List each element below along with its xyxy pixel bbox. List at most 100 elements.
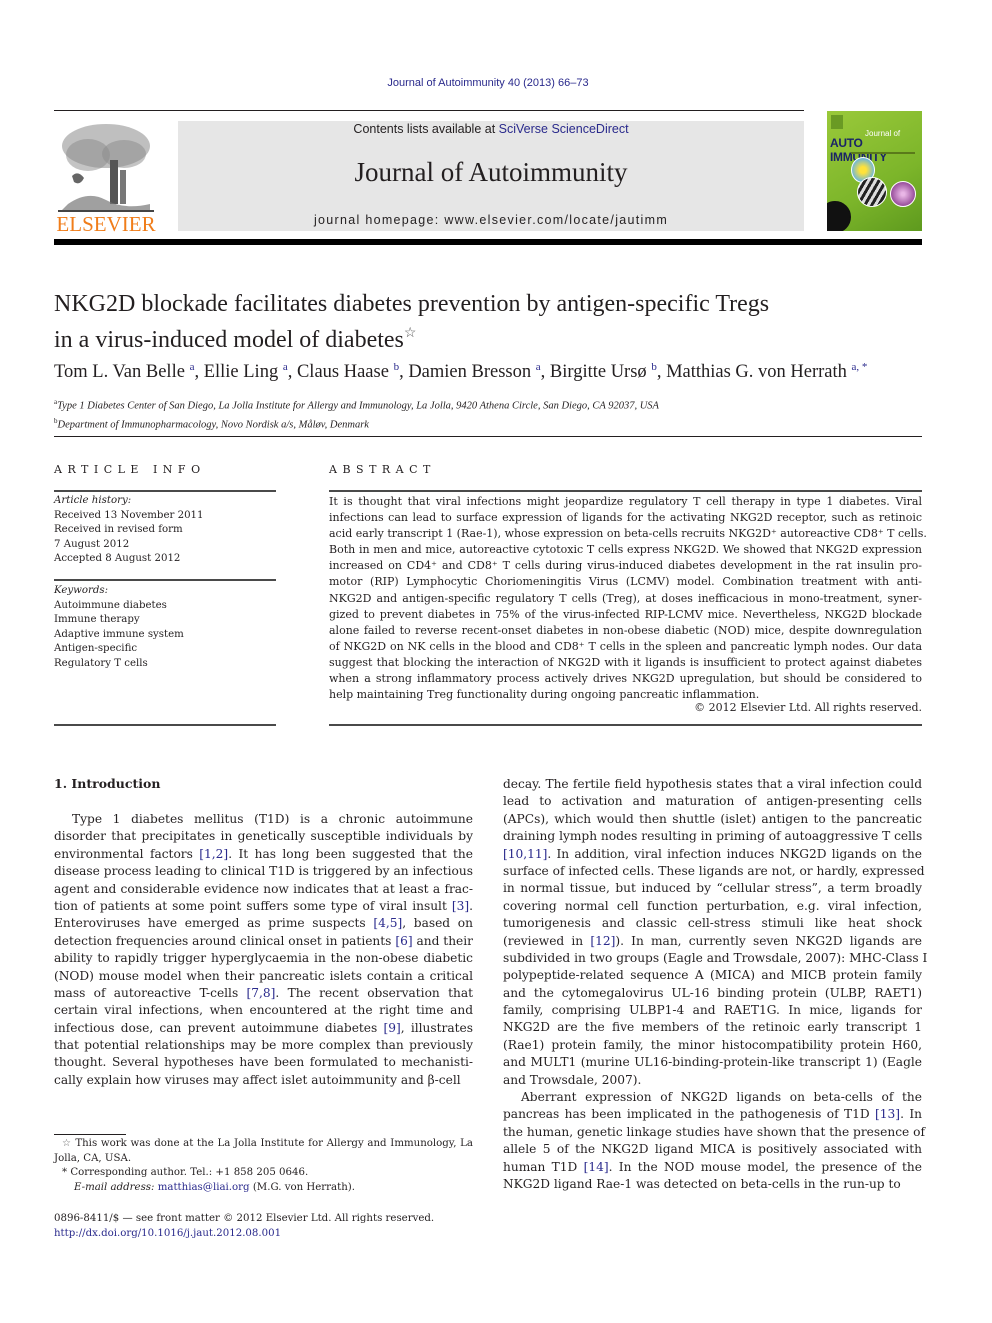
text-line: infectious dose, can prevent autoimmune … — [54, 1020, 473, 1035]
text-line: Type 1 diabetes mellitus (T1D) is a chro… — [72, 812, 473, 826]
affiliation-text: Type 1 Diabetes Center of San Diego, La … — [57, 400, 659, 412]
email-link[interactable]: matthias@liai.org — [158, 1182, 250, 1193]
affiliation-text: Department of Immunopharmacology, Novo N… — [57, 419, 369, 430]
text-line: surface of infected cells. These ligands… — [503, 863, 925, 878]
citation-link[interactable]: [6] — [395, 934, 412, 948]
keywords: Keywords: Autoimmune diabetes Immune the… — [54, 584, 276, 671]
abstract-rule — [329, 490, 922, 492]
footnote-star-icon: ☆ — [62, 1138, 76, 1149]
text-line: NKG2D are the five members of the retino… — [503, 1020, 922, 1035]
masthead-bottom-rule — [54, 239, 922, 245]
text-line: pancreas has been implicated in the path… — [503, 1107, 922, 1122]
article-info-heading: ARTICLE INFO — [54, 463, 206, 476]
text-line: alone failed to reverse recent-onset dia… — [329, 623, 922, 637]
citation-link[interactable]: [7,8] — [247, 986, 276, 1000]
author[interactable]: Matthias G. von Herrath — [666, 362, 847, 382]
history-item: Accepted 8 August 2012 — [54, 553, 181, 564]
text-line: draining lymph nodes resulting in primin… — [503, 829, 923, 844]
masthead-top-rule — [54, 110, 804, 111]
text-line: agent and considerable evidence now indi… — [54, 881, 473, 896]
abstract-text: It is thought that viral infections migh… — [329, 494, 927, 703]
text-line: (APCs), which would then shuttle (islet)… — [503, 811, 922, 826]
text-line: human T1D [14]. In the NOD mouse model, … — [503, 1159, 922, 1174]
section-heading-introduction: 1. Introduction — [54, 776, 161, 791]
corresponding-text: Corresponding author. Tel.: +1 858 205 0… — [70, 1167, 309, 1178]
doi-link[interactable]: http://dx.doi.org/10.1016/j.jaut.2012.08… — [54, 1227, 473, 1242]
article-info-rule — [54, 490, 276, 492]
elsevier-wordmark: ELSEVIER — [56, 212, 156, 236]
author-affiliation-mark[interactable]: a, * — [852, 361, 868, 373]
text-line: [10,11]. In addition, viral infection in… — [503, 846, 922, 861]
text-line: certain viral infections, when encounter… — [54, 1003, 473, 1018]
text-line: motor (RIP) Lymphocytic Choriomeningitis… — [329, 575, 922, 589]
text-line: gized to prevent diabetes in 75% of the … — [329, 607, 922, 621]
text-line: NKG2D and antigen-specific regulatory T … — [329, 591, 922, 605]
cover-micrograph-4 — [827, 201, 851, 231]
citation-link[interactable]: [3] — [452, 899, 469, 913]
affiliation-a: aType 1 Diabetes Center of San Diego, La… — [54, 395, 934, 414]
text-line: cally explain how viruses may affect isl… — [54, 1072, 461, 1087]
running-head-citation[interactable]: Journal of Autoimmunity 40 (2013) 66–73 — [0, 77, 976, 89]
affiliations: aType 1 Diabetes Center of San Diego, La… — [54, 395, 934, 432]
citation-link[interactable]: [1,2] — [199, 847, 228, 861]
text-line: the human, genetic linkage studies have … — [503, 1124, 925, 1139]
article-info-rule — [54, 724, 276, 726]
journal-homepage-line: journal homepage: www.elsevier.com/locat… — [178, 213, 804, 227]
abstract-heading: ABSTRACT — [329, 463, 436, 476]
author[interactable]: Birgitte Ursø — [550, 362, 647, 382]
text-line: (reviewed in [12]). In man, currently se… — [503, 933, 922, 948]
citation-link[interactable]: [10,11] — [503, 847, 547, 861]
text-line: Enteroviruses have emerged as prime susp… — [54, 916, 473, 931]
author[interactable]: Tom L. Van Belle — [54, 362, 185, 382]
journal-cover-thumbnail[interactable]: Journal of AUTO IMMUNITY — [827, 111, 922, 231]
text-line: suggest that blocking the interaction of… — [329, 655, 922, 669]
author-affiliation-mark[interactable]: a — [536, 361, 541, 373]
elsevier-tree-icon — [58, 120, 154, 212]
title-line-1: NKG2D blockade facilitates diabetes prev… — [54, 291, 770, 317]
journal-banner: Contents lists available at SciVerse Sci… — [178, 121, 804, 231]
footnotes: ☆ This work was done at the La Jolla Ins… — [54, 1137, 473, 1195]
email-owner: (M.G. von Herrath). — [252, 1181, 355, 1193]
citation-link[interactable]: [14] — [584, 1160, 609, 1174]
text-line: tion of patients at some point suffers s… — [54, 898, 473, 913]
title-line-2: in a virus-induced model of diabetes — [54, 327, 404, 353]
footnote-rule — [54, 1134, 126, 1135]
author-affiliation-mark[interactable]: a — [190, 361, 195, 373]
sciencedirect-link[interactable]: SciVerse ScienceDirect — [499, 122, 629, 136]
text-line: tumorigenesis and classic cell-stress st… — [503, 916, 922, 931]
homepage-prefix: journal homepage: — [313, 213, 445, 227]
footnote-star-text: This work was done at the La Jolla Insti… — [54, 1138, 473, 1164]
text-line: when a strong inflammatory process activ… — [329, 672, 922, 686]
text-line: (NOD) mouse model when their pancreatic … — [54, 968, 473, 983]
elsevier-logo[interactable]: ELSEVIER — [54, 120, 158, 236]
title-footnote-star-icon[interactable]: ☆ — [404, 326, 417, 341]
author-affiliation-mark[interactable]: a — [283, 361, 288, 373]
cover-subtitle-bar — [851, 152, 915, 154]
citation-link[interactable]: [13] — [875, 1107, 900, 1121]
cover-publisher-icon — [831, 115, 843, 129]
author[interactable]: Claus Haase — [297, 362, 389, 382]
text-line: NKG2D ligand Rae-1 was detected on beta-… — [503, 1177, 901, 1191]
affiliations-rule — [54, 436, 922, 437]
abstract-rule — [329, 724, 922, 726]
citation-link[interactable]: [12] — [590, 934, 615, 948]
cover-autoimmunity: AUTO IMMUNITY — [830, 136, 887, 164]
text-line: mass of autoreactive T-cells [7,8]. The … — [54, 985, 473, 1000]
citation-link[interactable]: [4,5] — [373, 916, 402, 930]
history-label: Article history: — [54, 495, 132, 506]
text-line: detection frequencies around clinical on… — [54, 933, 473, 948]
keyword-item: Autoimmune diabetes — [54, 599, 167, 611]
citation-link[interactable]: [9] — [383, 1021, 400, 1035]
cover-micrograph-2 — [857, 177, 887, 207]
text-line: disorder that precipitates in geneticall… — [54, 829, 473, 844]
author-list: Tom L. Van Belle a, Ellie Ling a, Claus … — [54, 361, 868, 382]
author-affiliation-mark[interactable]: b — [394, 361, 400, 373]
text-line: subdivided in two groups (Eagle and Trow… — [503, 950, 928, 965]
body-column-left: Type 1 diabetes mellitus (T1D) is a chro… — [54, 811, 473, 1089]
homepage-link[interactable]: www.elsevier.com/locate/jautimm — [444, 213, 668, 227]
text-line: thought. Several hypotheses have been fo… — [54, 1055, 473, 1070]
author[interactable]: Ellie Ling — [204, 362, 279, 382]
author-affiliation-mark[interactable]: b — [651, 361, 657, 373]
author[interactable]: Damien Bresson — [408, 362, 531, 382]
text-line: ability to rapidly trigger hyperglycaemi… — [54, 951, 473, 966]
